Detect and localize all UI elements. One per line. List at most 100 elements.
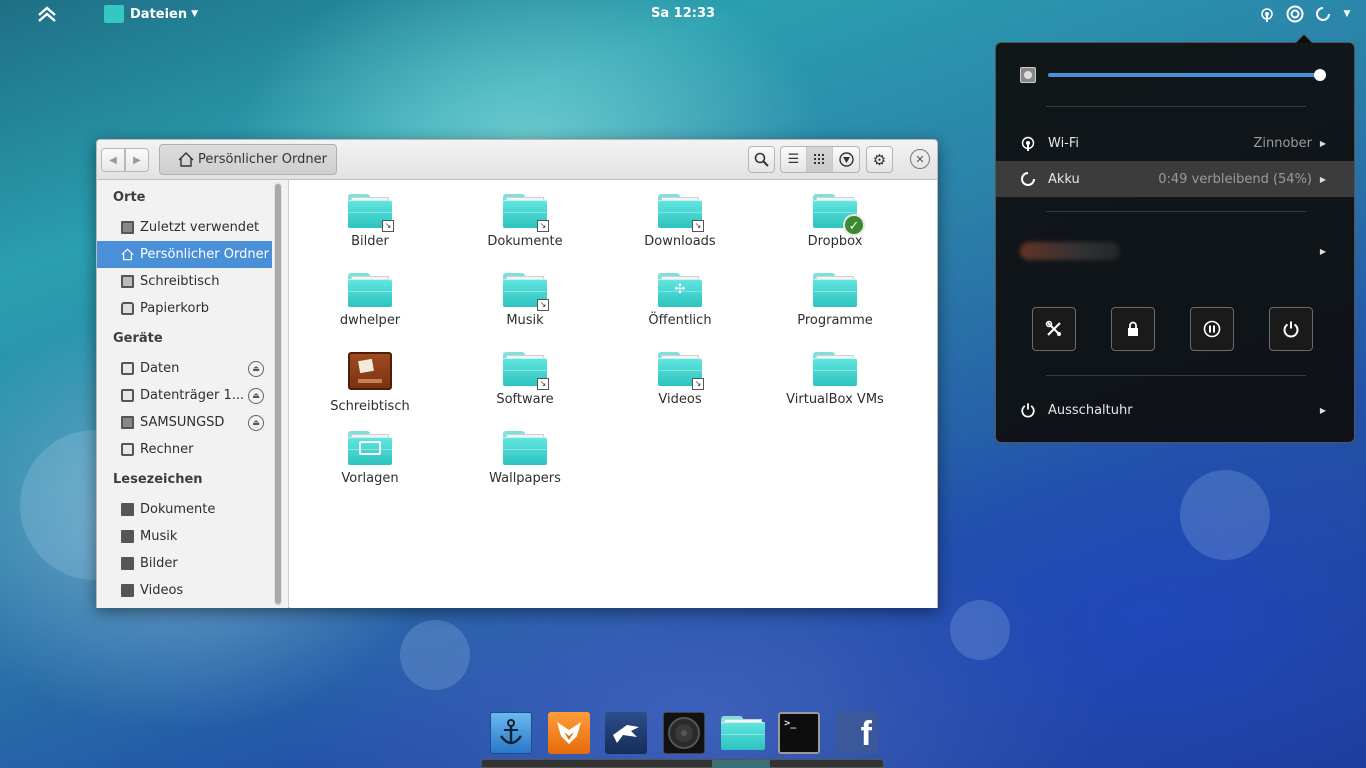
sidebar-scrollbar[interactable]: [274, 182, 282, 606]
sidebar-item-bookmark[interactable]: Videos: [97, 577, 272, 604]
header-bar: ◀ ▶ Persönlicher Ordner ☰ ⚙ ✕: [97, 140, 937, 180]
chevron-down-icon[interactable]: ▼: [1342, 5, 1352, 23]
sidebar-item-recent[interactable]: Zuletzt verwendet: [97, 214, 272, 241]
view-options-button[interactable]: [833, 147, 859, 172]
file-manager-window: ◀ ▶ Persönlicher Ordner ☰ ⚙ ✕ Orte Zulet…: [96, 139, 938, 608]
file-item-label: Programme: [797, 313, 873, 328]
file-item[interactable]: ↘ Videos: [605, 352, 755, 407]
file-item[interactable]: Wallpapers: [450, 431, 600, 486]
file-item[interactable]: ✣ Öffentlich: [605, 273, 755, 328]
facebook-app-icon[interactable]: f: [835, 712, 878, 754]
status-tray[interactable]: ▼: [1258, 5, 1352, 23]
battery-menu-item[interactable]: Akku 0:49 verbleibend (54%) ▶: [996, 161, 1354, 197]
sidebar-item-home[interactable]: Persönlicher Ordner: [97, 241, 272, 268]
file-item[interactable]: Programme: [760, 273, 910, 328]
file-item[interactable]: VirtualBox VMs: [760, 352, 910, 407]
sidebar-item-bookmark[interactable]: Bilder: [97, 550, 272, 577]
sidebar-item-computer[interactable]: Rechner: [97, 436, 272, 463]
wifi-icon[interactable]: [1258, 5, 1276, 23]
file-item[interactable]: Vorlagen: [295, 431, 445, 486]
back-button[interactable]: ◀: [101, 148, 125, 172]
sidebar-item-device[interactable]: SAMSUNGSD ⏏: [97, 409, 272, 436]
bird-app-icon[interactable]: [605, 712, 648, 754]
terminal-app-icon[interactable]: >_: [778, 712, 821, 754]
lock-button[interactable]: [1111, 307, 1155, 351]
file-item[interactable]: ↘ Downloads: [605, 194, 755, 249]
sidebar-item-label: Musik: [140, 529, 178, 544]
user-menu-item[interactable]: ▶: [996, 233, 1354, 269]
forward-button[interactable]: ▶: [125, 148, 149, 172]
desktop-folder-icon: [348, 352, 392, 390]
eject-icon[interactable]: ⏏: [248, 387, 264, 404]
app-menu[interactable]: Dateien ▼: [104, 5, 198, 23]
devices-heading: Geräte: [113, 331, 163, 346]
symlink-emblem-icon: ↘: [382, 220, 394, 232]
sidebar: Orte Zuletzt verwendet Persönlicher Ordn…: [97, 180, 289, 608]
close-window-button[interactable]: ✕: [910, 149, 930, 169]
sidebar-item-device[interactable]: Datenträger 1... ⏏: [97, 382, 272, 409]
fox-app-icon[interactable]: [547, 712, 590, 754]
file-item-label: Schreibtisch: [330, 399, 410, 414]
system-menu: Wi-Fi Zinnober ▶ Akku 0:49 verbleibend (…: [995, 34, 1355, 443]
menu-separator: [1046, 106, 1306, 107]
eject-icon[interactable]: ⏏: [248, 360, 264, 377]
file-item-label: Dokumente: [487, 234, 563, 249]
sidebar-item-device[interactable]: Daten ⏏: [97, 355, 272, 382]
drive-icon: [121, 389, 134, 402]
file-item[interactable]: ↘ Bilder: [295, 194, 445, 249]
dock: >_ f: [486, 707, 882, 759]
dock-indicator-bar: [481, 759, 884, 768]
settings-button[interactable]: [1032, 307, 1076, 351]
files-app-icon[interactable]: [720, 712, 765, 754]
clock[interactable]: Sa 12:33: [651, 6, 715, 21]
desktop-icon: [121, 275, 134, 288]
activities-icon: [38, 6, 56, 22]
file-item[interactable]: dwhelper: [295, 273, 445, 328]
volume-icon[interactable]: [1286, 5, 1304, 23]
activities-button[interactable]: [36, 4, 58, 24]
settings-button[interactable]: ⚙: [866, 146, 893, 173]
file-item-label: Dropbox: [807, 234, 863, 249]
menu-separator: [1046, 375, 1306, 376]
file-item-label: Downloads: [644, 234, 716, 249]
wifi-label: Wi-Fi: [1048, 135, 1080, 151]
volume-slider[interactable]: [1020, 67, 1330, 83]
anchor-app-icon[interactable]: [490, 712, 532, 754]
file-item[interactable]: ↘ Software: [450, 352, 600, 407]
list-view-button[interactable]: ☰: [781, 147, 807, 172]
power-off-button[interactable]: [1269, 307, 1313, 351]
sd-card-icon: [121, 416, 134, 429]
wifi-icon: [1020, 135, 1036, 151]
gear-icon: ⚙: [872, 150, 887, 169]
speaker-app-icon[interactable]: [662, 712, 705, 754]
file-item[interactable]: Schreibtisch: [295, 352, 445, 414]
file-item-label: Musik: [506, 313, 544, 328]
close-icon: ✕: [915, 152, 925, 166]
folder-icon: ↘: [348, 194, 394, 232]
battery-spinner-icon[interactable]: [1314, 5, 1332, 23]
app-menu-label: Dateien: [130, 6, 188, 22]
shutdown-timer-menu-item[interactable]: Ausschaltuhr ▶: [996, 392, 1354, 428]
wifi-menu-item[interactable]: Wi-Fi Zinnober ▶: [996, 125, 1354, 161]
symlink-emblem-icon: ↘: [692, 378, 704, 390]
sidebar-item-trash[interactable]: Papierkorb: [97, 295, 272, 322]
path-bar-home-button[interactable]: Persönlicher Ordner: [159, 144, 337, 175]
volume-knob[interactable]: [1314, 69, 1326, 81]
eject-icon[interactable]: ⏏: [248, 414, 264, 431]
volume-track[interactable]: [1048, 69, 1326, 81]
sidebar-item-bookmark[interactable]: Dokumente: [97, 496, 272, 523]
scrollbar-thumb[interactable]: [275, 184, 281, 604]
file-item[interactable]: ↘ Dokumente: [450, 194, 600, 249]
suspend-button[interactable]: [1190, 307, 1234, 351]
sidebar-item-label: Videos: [140, 583, 184, 598]
folder-icon: [121, 557, 134, 570]
file-item[interactable]: ↘ Musik: [450, 273, 600, 328]
sidebar-item-desktop[interactable]: Schreibtisch: [97, 268, 272, 295]
search-button[interactable]: [748, 146, 775, 173]
volume-fill: [1048, 73, 1320, 77]
view-options-icon: [838, 152, 854, 167]
file-item[interactable]: ✓ Dropbox: [760, 194, 910, 249]
wallpaper-bokeh: [400, 620, 470, 690]
sidebar-item-bookmark[interactable]: Musik: [97, 523, 272, 550]
grid-view-button[interactable]: [807, 147, 833, 172]
